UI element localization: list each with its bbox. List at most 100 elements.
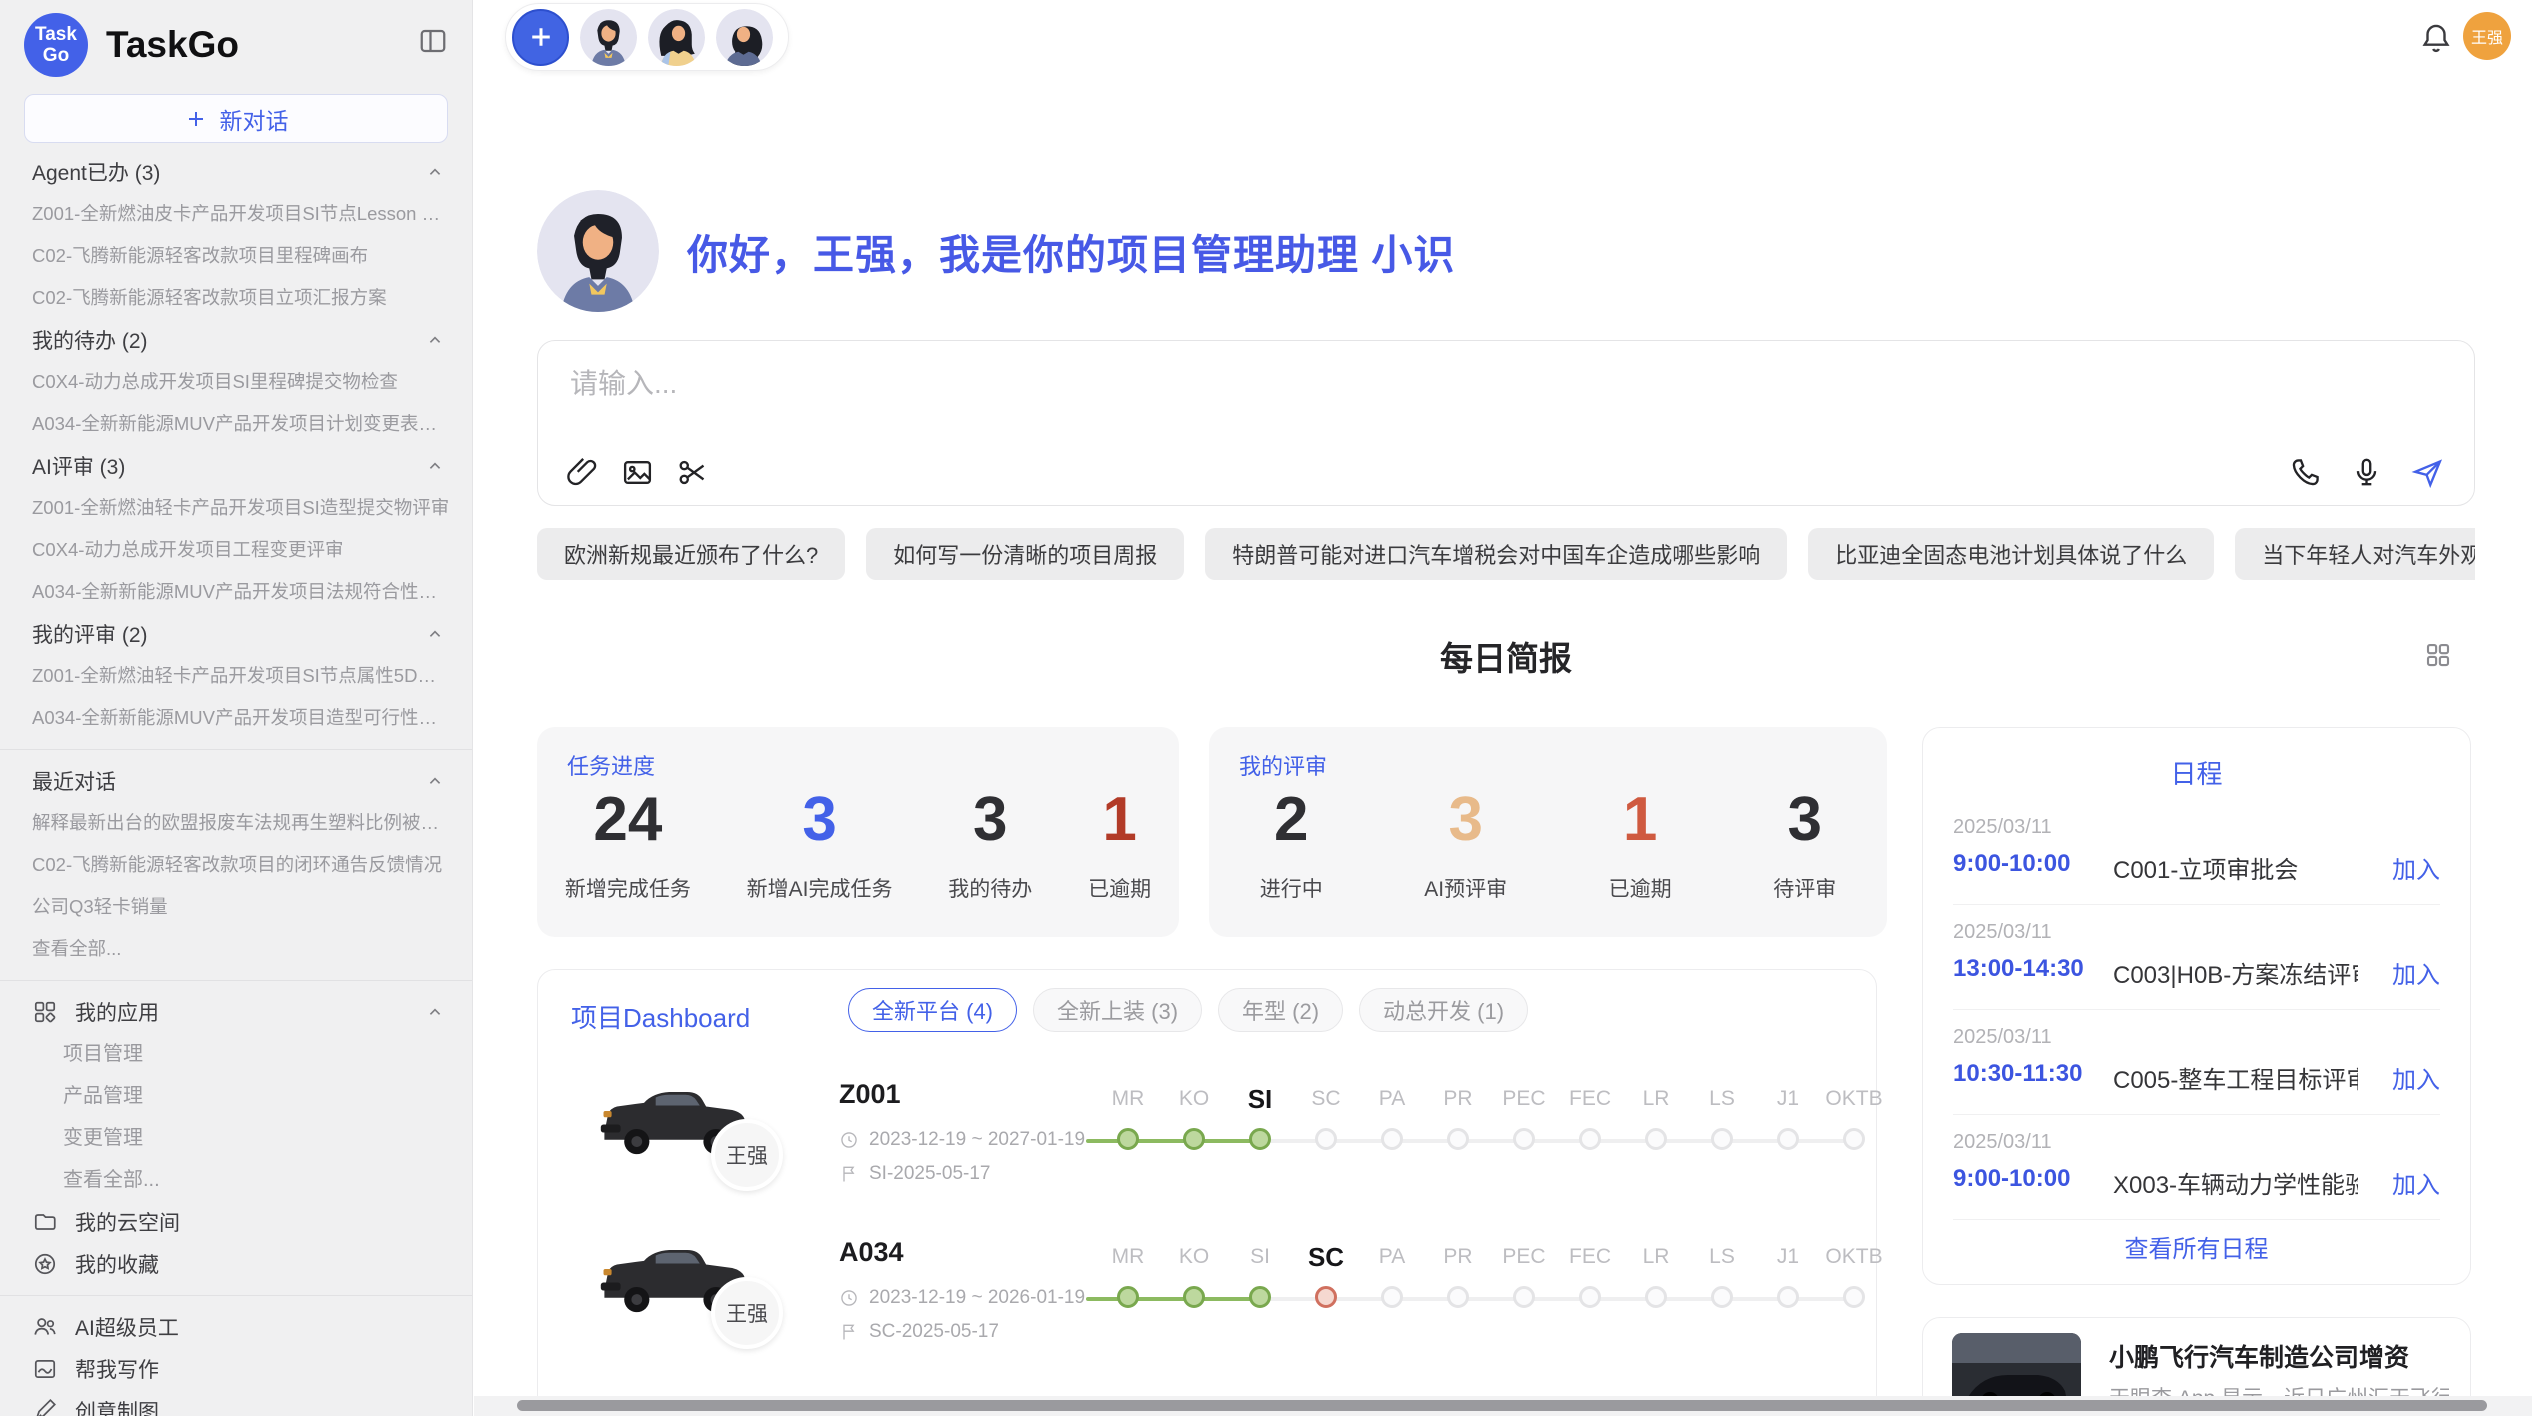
suggestion-chip[interactable]: 比亚迪全固态电池计划具体说了什么 [1808,528,2214,580]
sidebar-app-item[interactable]: 产品管理 [0,1075,472,1117]
sidebar-item[interactable]: C02-飞腾新能源轻客改款项目立项汇报方案 [0,277,472,319]
sidebar-app-item[interactable]: 查看全部... [0,1159,472,1201]
horizontal-scrollbar-thumb[interactable] [517,1400,2487,1411]
sidebar-apps-header[interactable]: 我的应用 [0,991,472,1033]
milestone-dot[interactable] [1843,1128,1865,1150]
milestone-dot[interactable] [1513,1286,1535,1308]
sidebar-item[interactable]: A034-全新新能源MUV产品开发项目造型可行性评审 [0,697,472,739]
suggestion-chip[interactable]: 当下年轻人对汽车外观有怎样的喜好趋势 [2235,528,2475,580]
dashboard-tab[interactable]: 全新平台 (4) [848,988,1017,1032]
logo-row: Task Go TaskGo [0,0,472,77]
sidebar-tool-item[interactable]: AI超级员工 [0,1306,472,1348]
sidebar-recent-item[interactable]: 公司Q3轻卡销量 [0,886,472,928]
milestone-dot[interactable] [1315,1286,1337,1308]
milestone-dot[interactable] [1183,1128,1205,1150]
sidebar-recent-item[interactable]: 解释最新出台的欧盟报废车法规再生塑料比例被调至15%... [0,802,472,844]
image-icon[interactable] [621,456,654,489]
sidebar-item[interactable]: A034-全新新能源MUV产品开发项目计划变更表编写 [0,403,472,445]
milestone-dot[interactable] [1513,1128,1535,1150]
new-chat-button[interactable]: 新对话 [24,94,448,143]
schedule-item: 2025/03/119:00-10:00X003-车辆动力学性能验...加入 [1953,1115,2440,1220]
sidebar-recent-item[interactable]: C02-飞腾新能源轻客改款项目的闭环通告反馈情况 [0,844,472,886]
schedule-join-link[interactable]: 加入 [2392,850,2440,885]
sidebar-item[interactable]: Z001-全新燃油皮卡产品开发项目SI节点Lesson Learn报告 [0,193,472,235]
milestone-dot[interactable] [1777,1286,1799,1308]
schedule-card: 日程 2025/03/119:00-10:00C001-立项审批会加入2025/… [1922,727,2471,1285]
sidebar-section-header[interactable]: 我的待办 (2) [0,319,472,361]
milestone-dot[interactable] [1447,1286,1469,1308]
sidebar-item-star-badge[interactable]: 我的收藏 [0,1243,472,1285]
dashboard-tab[interactable]: 全新上装 (3) [1033,988,1202,1032]
sidebar-item[interactable]: C0X4-动力总成开发项目工程变更评审 [0,529,472,571]
sidebar-app-item[interactable]: 变更管理 [0,1117,472,1159]
milestone: PA [1359,1239,1425,1308]
milestone-dot[interactable] [1843,1286,1865,1308]
phone-icon[interactable] [2289,456,2322,489]
schedule-join-link[interactable]: 加入 [2392,955,2440,990]
session-avatar-1[interactable] [580,9,637,66]
milestone-dot[interactable] [1249,1286,1271,1308]
milestone-dot[interactable] [1711,1286,1733,1308]
send-icon[interactable] [2411,456,2444,489]
schedule-name: C005-整车工程目标评审 [2113,1060,2358,1095]
schedule-join-link[interactable]: 加入 [2392,1060,2440,1095]
milestone-label: SC [1293,1239,1359,1275]
milestone-dot[interactable] [1117,1286,1139,1308]
milestone-dot[interactable] [1579,1286,1601,1308]
attachment-icon[interactable] [566,456,599,489]
project-dashboard-card: 项目Dashboard 全新平台 (4)全新上装 (3)年型 (2)动总开发 (… [537,969,1877,1416]
user-avatar[interactable]: 王强 [2463,12,2511,60]
suggestion-chip[interactable]: 特朗普可能对进口汽车增税会对中国车企造成哪些影响 [1205,528,1787,580]
milestone-dot[interactable] [1381,1128,1403,1150]
milestone-dot[interactable] [1711,1128,1733,1150]
suggestion-chip[interactable]: 如何写一份清晰的项目周报 [866,528,1184,580]
add-session-button[interactable] [512,9,569,66]
sidebar-recent-header[interactable]: 最近对话 [0,760,472,802]
sidebar-tool-item[interactable]: 帮我写作 [0,1348,472,1390]
milestone-dot[interactable] [1645,1286,1667,1308]
schedule-view-all-link[interactable]: 查看所有日程 [1923,1229,2470,1264]
milestone-dot[interactable] [1645,1128,1667,1150]
milestone-dot[interactable] [1249,1128,1271,1150]
milestone-label: FEC [1557,1081,1623,1117]
sidebar-item[interactable]: A034-全新新能源MUV产品开发项目法规符合性评审 [0,571,472,613]
session-avatar-2[interactable] [648,9,705,66]
sidebar-section-header[interactable]: 我的评审 (2) [0,613,472,655]
microphone-icon[interactable] [2350,456,2383,489]
scissors-icon[interactable] [676,456,709,489]
milestone-dot[interactable] [1315,1128,1337,1150]
sidebar-item-folder[interactable]: 我的云空间 [0,1201,472,1243]
milestone-label: OKTB [1821,1081,1887,1117]
session-avatar-3[interactable] [716,9,773,66]
dashboard-tab[interactable]: 年型 (2) [1218,988,1343,1032]
milestone-dot[interactable] [1447,1128,1469,1150]
logo-text-2: Go [43,45,69,66]
sidebar-app-item[interactable]: 项目管理 [0,1033,472,1075]
plus-icon [184,107,208,131]
milestone-dot[interactable] [1777,1128,1799,1150]
sidebar-item[interactable]: C02-飞腾新能源轻客改款项目里程碑画布 [0,235,472,277]
sidebar-item[interactable]: Z001-全新燃油轻卡产品开发项目SI节点属性5D文件评审 [0,655,472,697]
sidebar-section-header[interactable]: Agent已办 (3) [0,151,472,193]
chat-input[interactable] [568,367,2172,401]
sidebar-item[interactable]: C0X4-动力总成开发项目SI里程碑提交物检查 [0,361,472,403]
sidebar-collapse-icon[interactable] [418,26,448,56]
milestone-dot[interactable] [1381,1286,1403,1308]
sidebar-tool-item[interactable]: 创意制图 [0,1390,472,1416]
notification-bell-icon[interactable] [2419,21,2453,55]
milestone-dot[interactable] [1183,1286,1205,1308]
layout-grid-icon[interactable] [2423,640,2453,670]
sidebar-item[interactable]: Z001-全新燃油轻卡产品开发项目SI造型提交物评审 [0,487,472,529]
milestone-dot[interactable] [1117,1128,1139,1150]
sidebar-section-header[interactable]: AI评审 (3) [0,445,472,487]
sidebar-recent-item[interactable]: 查看全部... [0,928,472,970]
milestone: LR [1623,1081,1689,1150]
apps-grid-icon [32,999,58,1025]
apps-label: 我的应用 [75,997,424,1027]
milestone-dot[interactable] [1579,1128,1601,1150]
dashboard-tab[interactable]: 动总开发 (1) [1359,988,1528,1032]
suggestion-chip[interactable]: 欧洲新规最近颁布了什么? [537,528,845,580]
stat: 3AI预评审 [1424,789,1507,903]
stat: 3新增AI完成任务 [747,789,893,903]
schedule-join-link[interactable]: 加入 [2392,1165,2440,1200]
